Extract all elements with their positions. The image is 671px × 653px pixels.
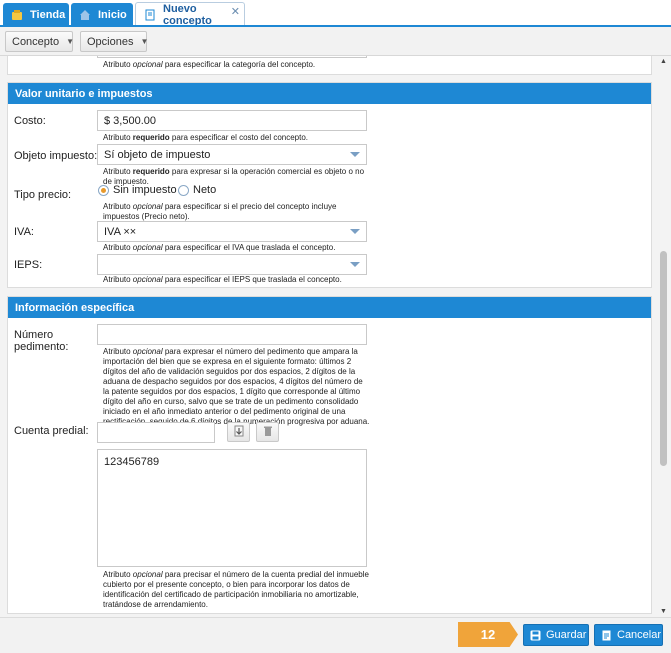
ieps-select[interactable]	[97, 254, 367, 275]
radio-neto[interactable]: Neto	[178, 184, 216, 196]
categoria-hint: Atributo opcional para especificar la ca…	[103, 60, 316, 69]
tab-tienda[interactable]: Tienda	[3, 3, 69, 26]
concepto-menu-label: Concepto	[12, 35, 60, 48]
cancel-document-icon	[601, 630, 612, 641]
tab-label: Inicio	[98, 8, 127, 21]
costo-input[interactable]: $ 3,500.00	[97, 110, 367, 131]
tab-bar: Tienda Inicio Nuevo concepto ✕	[0, 0, 671, 27]
categoria-field[interactable]	[97, 56, 367, 58]
close-icon[interactable]: ✕	[231, 5, 240, 18]
objeto-impuesto-label: Objeto impuesto:	[14, 150, 98, 162]
opciones-menu-label: Opciones	[87, 35, 134, 48]
numero-pedimento-label: Número pedimento:	[14, 329, 69, 353]
numero-pedimento-hint: Atributo opcional para expresar el númer…	[103, 347, 370, 426]
ieps-label: IEPS:	[14, 259, 43, 271]
cancel-label: Cancelar	[617, 629, 662, 641]
iva-label: IVA:	[14, 226, 34, 238]
iva-select[interactable]: IVA ××	[97, 221, 367, 242]
save-icon	[530, 630, 541, 641]
save-button[interactable]: Guardar	[523, 624, 589, 646]
delete-predial-button[interactable]	[256, 422, 279, 442]
document-icon	[144, 9, 156, 21]
concepto-menu-button[interactable]: Concepto ▼	[5, 31, 75, 52]
toolbar: Concepto ▼ Opciones ▼	[0, 27, 671, 56]
chevron-down-icon: ▼	[140, 37, 149, 46]
predial-list-item[interactable]: 123456789	[104, 456, 159, 468]
tipo-precio-label: Tipo precio:	[14, 189, 72, 201]
panel-valor-unitario: Valor unitario e impuestos Costo: $ 3,50…	[7, 82, 652, 288]
objeto-impuesto-select[interactable]: Sí objeto de impuesto	[97, 144, 367, 165]
numero-pedimento-input[interactable]	[97, 324, 367, 345]
costo-label: Costo:	[14, 115, 46, 127]
tab-nuevo-concepto[interactable]: Nuevo concepto ✕	[135, 2, 245, 27]
form-content: Atributo opcional para especificar la ca…	[0, 56, 657, 617]
opciones-menu-button[interactable]: Opciones ▼	[80, 31, 149, 52]
cuenta-predial-label: Cuenta predial:	[14, 425, 89, 437]
scroll-up-icon[interactable]: ▲	[660, 58, 667, 65]
cuenta-predial-hint: Atributo opcional para precisar el númer…	[103, 570, 369, 609]
radio-sin-impuesto[interactable]: Sin impuesto	[98, 184, 177, 196]
cuenta-predial-input[interactable]	[97, 422, 215, 443]
scroll-down-icon[interactable]: ▼	[660, 608, 667, 615]
tab-label: Tienda	[30, 8, 66, 21]
costo-hint: Atributo requerido para especificar el c…	[103, 133, 309, 142]
chevron-down-icon	[350, 229, 360, 234]
vertical-scrollbar[interactable]: ▲ ▼	[657, 56, 671, 617]
step-badge: 12	[458, 622, 518, 647]
add-predial-button[interactable]	[227, 422, 250, 442]
footer-bar: 12 Guardar Cancelar	[0, 617, 671, 653]
trash-icon	[262, 425, 274, 440]
section-title: Valor unitario e impuestos	[8, 83, 651, 104]
chevron-down-icon	[350, 262, 360, 267]
store-icon	[11, 9, 23, 21]
ieps-hint: Atributo opcional para especificar el IE…	[103, 275, 342, 284]
iva-hint: Atributo opcional para especificar el IV…	[103, 243, 336, 252]
add-icon	[233, 425, 245, 440]
radio-checked-icon	[98, 184, 109, 196]
cuenta-predial-list[interactable]: 123456789	[97, 449, 367, 567]
section-title: Información específica	[8, 297, 651, 318]
scroll-thumb[interactable]	[660, 251, 667, 466]
home-icon	[79, 9, 91, 21]
chevron-down-icon	[350, 152, 360, 157]
cancel-button[interactable]: Cancelar	[594, 624, 663, 646]
tab-inicio[interactable]: Inicio	[71, 3, 133, 26]
save-label: Guardar	[546, 629, 587, 641]
chevron-down-icon: ▼	[66, 37, 75, 46]
panel-informacion-especifica: Información específica Número pedimento:…	[7, 296, 652, 614]
radio-unchecked-icon	[178, 184, 189, 196]
panel-categoria: Atributo opcional para especificar la ca…	[7, 56, 652, 75]
tipo-precio-hint: Atributo opcional para especificar si el…	[103, 202, 337, 221]
